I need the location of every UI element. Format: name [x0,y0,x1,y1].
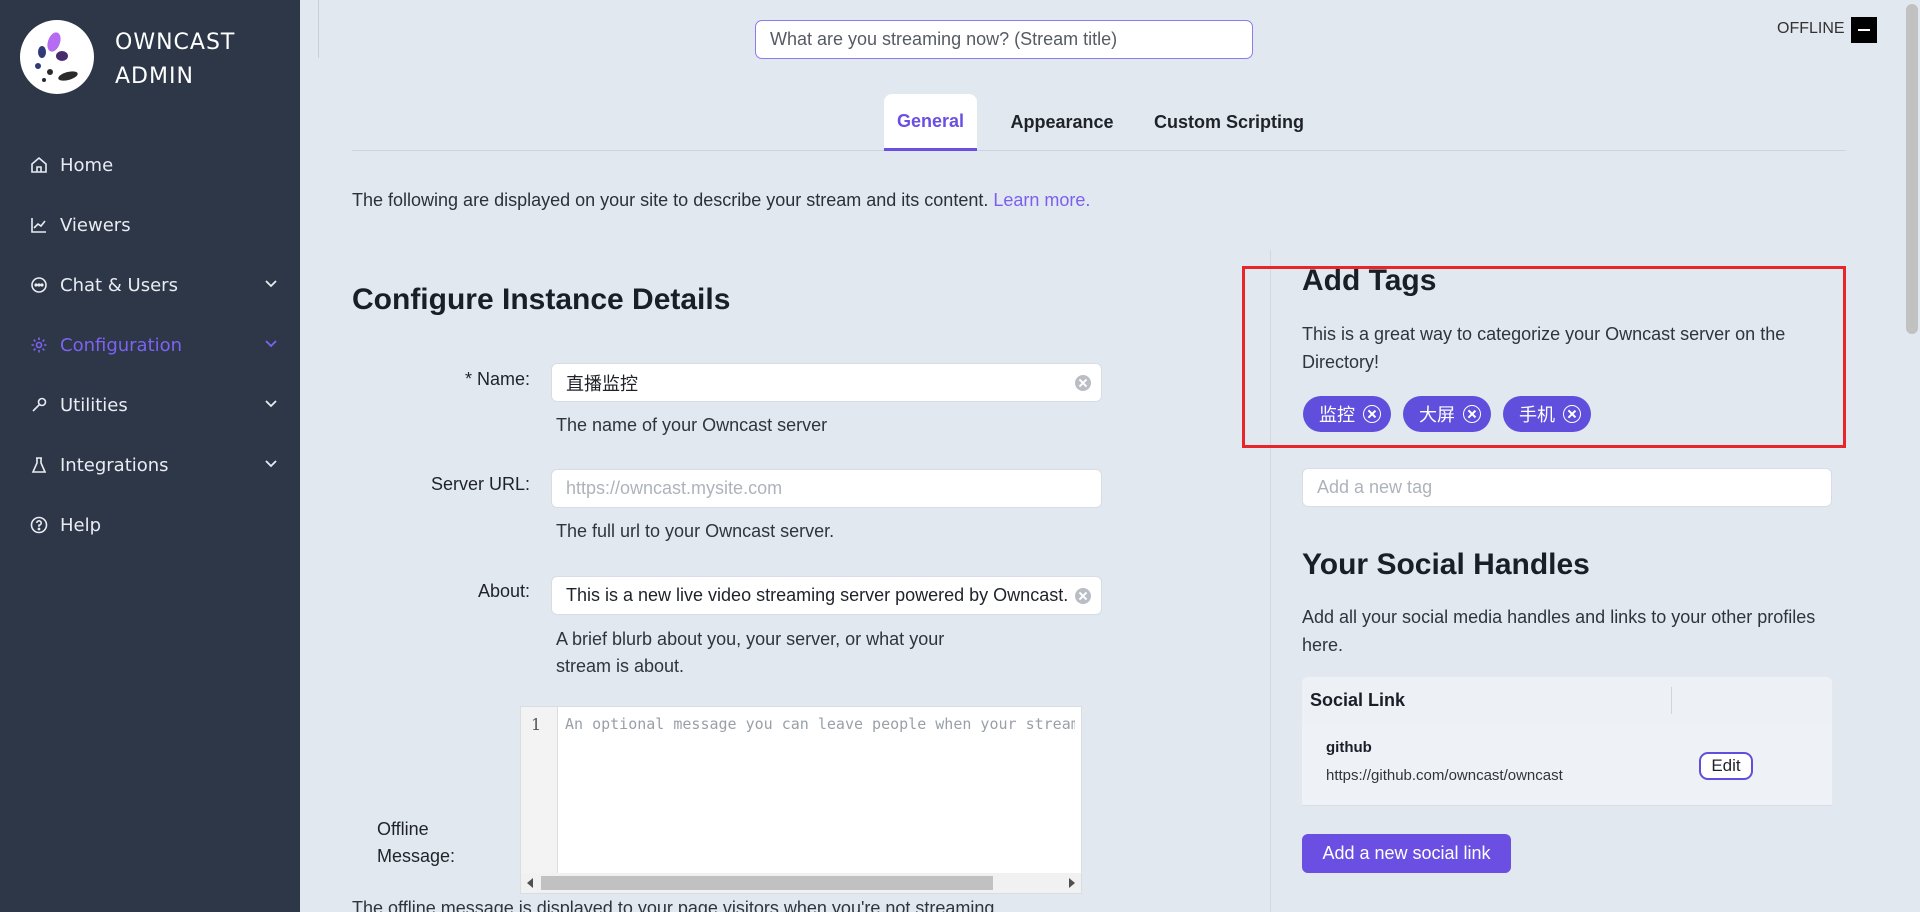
offline-label-line-2: Message: [377,846,456,866]
learn-more-link[interactable]: Learn more. [993,190,1090,210]
intro-text: The following are displayed on your site… [352,190,1090,211]
question-circle-icon [30,516,48,534]
stream-status: OFFLINE [1777,20,1845,37]
tab-custom-scripting[interactable]: Custom Scripting [1146,94,1312,151]
tab-general[interactable]: General [884,94,977,151]
server-url-label: Server URL: [430,474,530,494]
clear-icon[interactable] [1075,588,1091,604]
name-value: 直播监控 [566,373,638,394]
scroll-left-icon[interactable] [527,878,533,888]
about-label: About: [477,581,530,601]
brand-line-2: ADMIN [115,64,194,89]
chevron-down-icon [265,460,277,468]
name-label: * Name: [464,369,530,389]
line-chart-icon [30,216,48,234]
sidebar-item-label: Help [60,514,102,536]
sidebar-item-label: Viewers [60,214,131,236]
editor-scroll-thumb[interactable] [541,876,993,890]
sidebar-item-label: Configuration [60,334,183,356]
add-social-link-button[interactable]: Add a new social link [1302,834,1511,873]
social-links-table: Social Link github https://github.com/ow… [1302,677,1832,806]
offline-message-editor[interactable]: 1 An optional message you can leave peop… [520,706,1082,894]
server-url-help: The full url to your Owncast server. [556,521,835,541]
offline-message-label: Offline Message: [377,816,455,870]
server-url-field[interactable]: https://owncast.mysite.com [551,469,1102,508]
flask-icon [30,456,48,474]
owncast-logo[interactable] [20,20,94,94]
sidebar-item-help[interactable]: Help [0,495,300,555]
offline-message-help: The offline message is displayed to your… [352,898,1000,912]
chevron-down-icon [265,280,277,288]
table-header: Social Link [1302,677,1832,724]
editor-placeholder[interactable]: An optional message you can leave people… [565,715,1075,733]
stream-title-input[interactable] [755,20,1253,59]
tab-appearance[interactable]: Appearance [992,94,1132,151]
table-row: github https://github.com/owncast/owncas… [1302,724,1832,806]
about-help-line-2: stream is about. [556,656,685,676]
chevron-down-icon [265,400,277,408]
page-scrollbar[interactable] [1906,4,1918,334]
social-heading: Your Social Handles [1302,548,1590,581]
sidebar-item-integrations[interactable]: Integrations [0,435,300,495]
sidebar-item-label: Integrations [60,454,169,476]
chat-icon [30,276,48,294]
chevron-down-icon [265,340,277,348]
edit-button[interactable]: Edit [1699,752,1753,780]
sidebar: OWNCAST ADMIN Home Viewers Chat & Users [0,0,300,912]
instance-heading: Configure Instance Details [352,283,731,316]
config-tabs: General Appearance Custom Scripting [352,94,1846,151]
about-field[interactable]: This is a new live video streaming serve… [551,576,1102,615]
sidebar-item-label: Utilities [60,394,128,416]
name-help: The name of your Owncast server [556,415,828,435]
about-help-line-1: A brief blurb about you, your server, or… [556,629,945,649]
sidebar-item-utilities[interactable]: Utilities [0,375,300,435]
brand-title: OWNCAST ADMIN [115,26,235,94]
social-description: Add all your social media handles and li… [1302,607,1816,655]
minus-icon [1858,29,1870,31]
header-divider [318,0,319,58]
line-number: 1 [531,715,542,734]
name-field[interactable]: 直播监控 [551,363,1102,402]
column-header: Social Link [1310,690,1406,710]
about-value: This is a new live video streaming serve… [566,585,1069,605]
column-divider [1671,687,1672,714]
tool-icon [30,396,48,414]
add-tag-input[interactable]: Add a new tag [1302,468,1832,507]
sidebar-nav: Home Viewers Chat & Users Configuration [0,135,300,555]
offline-label-line-1: Offline [377,819,429,839]
home-icon [30,156,48,174]
highlight-box [1242,266,1846,448]
gear-icon [30,336,48,354]
intro-description: The following are displayed on your site… [352,190,989,210]
sidebar-item-label: Chat & Users [60,274,178,296]
sidebar-item-label: Home [60,154,114,176]
social-platform: github [1326,739,1372,756]
clear-icon[interactable] [1075,375,1091,391]
social-url: https://github.com/owncast/owncast [1326,767,1563,784]
sidebar-item-configuration[interactable]: Configuration [0,315,300,375]
status-toggle-button[interactable] [1851,17,1877,43]
scroll-right-icon[interactable] [1069,878,1075,888]
sidebar-item-chat-users[interactable]: Chat & Users [0,255,300,315]
about-help: A brief blurb about you, your server, or… [556,626,944,680]
sidebar-item-viewers[interactable]: Viewers [0,195,300,255]
editor-gutter: 1 [521,707,558,875]
editor-scrollbar[interactable] [521,873,1081,893]
sidebar-item-home[interactable]: Home [0,135,300,195]
brand-line-1: OWNCAST [115,30,236,55]
